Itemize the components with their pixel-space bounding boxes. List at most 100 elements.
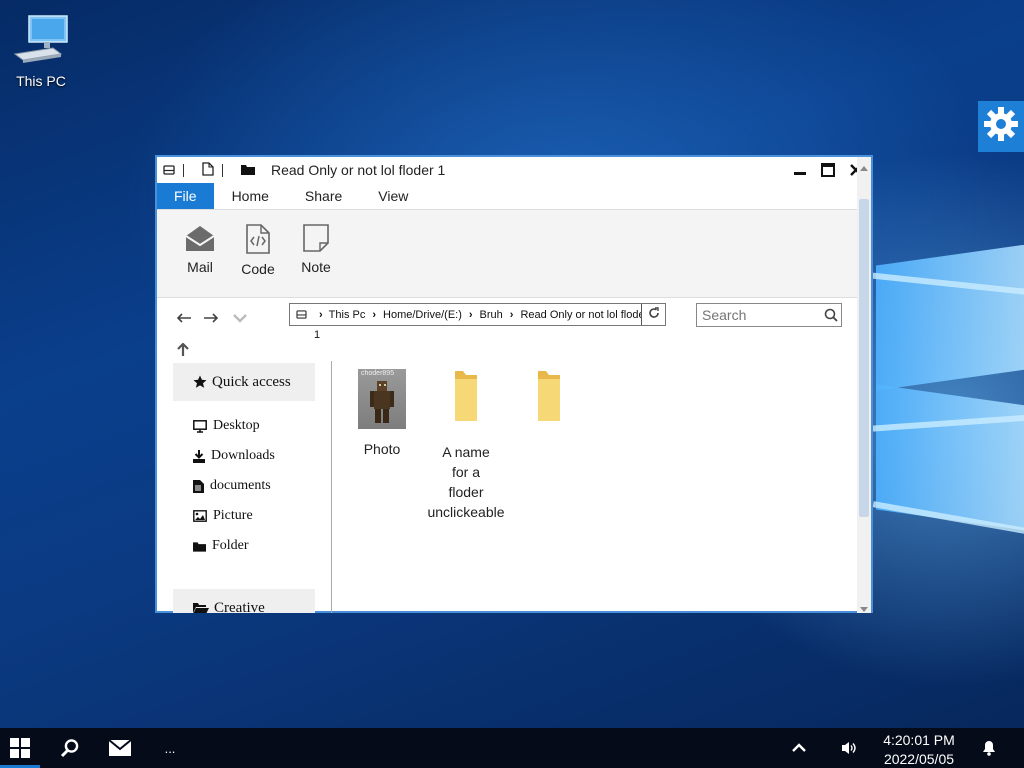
this-pc-label: This PC [16,73,66,89]
file-name-line: unclickeable [427,504,505,520]
chevron-right-icon: › [372,308,377,321]
file-list: choder895 Photo A name for a floder uncl… [333,361,857,613]
refresh-button[interactable] [641,304,665,325]
search-icon [60,738,80,758]
sidebar-item-documents[interactable]: documents [193,478,271,494]
search-input[interactable] [702,307,820,323]
quick-access-label: Quick access [212,373,291,390]
window-title: Read Only or not lol floder 1 [271,162,446,178]
mail-taskbar-button[interactable] [100,728,140,768]
up-button[interactable] [174,341,192,359]
ribbon: Mail Code Note [157,210,871,298]
crumb-this-pc[interactable]: This Pc [329,309,366,321]
bell-icon [982,740,996,756]
sidebar-item-label: documents [210,478,271,493]
back-button[interactable] [175,309,193,327]
gear-icon [983,106,1019,147]
notifications-button[interactable] [978,728,1000,768]
drive-icon [296,310,307,319]
code-label: Code [241,261,275,277]
sidebar-item-label: Picture [213,508,253,523]
picture-icon [193,510,207,522]
windows-icon [10,738,30,758]
crumb-current-folder[interactable]: Read Only or not lol floder [520,309,648,321]
creative-label: Creative [214,599,265,614]
clock[interactable]: 4:20:01 PM 2022/05/05 [866,731,972,768]
chevron-right-icon: › [319,308,323,321]
recent-dropdown-chevron-icon[interactable] [231,309,249,327]
sidebar-item-picture[interactable]: Picture [193,508,253,524]
windows-light-logo [872,245,1024,545]
photo-thumbnail: choder895 [358,369,406,429]
file-name-line: floder [448,484,484,500]
volume-button[interactable] [836,728,862,768]
file-item-unnamed-folder[interactable] [529,367,569,428]
folder-icon [453,367,479,428]
chevron-right-icon: › [509,308,514,321]
folder-icon [193,541,206,552]
new-file-icon[interactable] [202,161,214,179]
file-name-line: for a [451,464,480,480]
start-button[interactable] [0,728,40,768]
crumb-bruh[interactable]: Bruh [480,309,503,321]
more-label: ... [164,740,176,756]
document-icon [193,479,204,493]
desktop-icon-this-pc[interactable]: This PC [10,14,72,89]
scroll-up-arrow-icon[interactable] [859,159,869,177]
creative-header[interactable]: Creative [173,589,315,613]
search-taskbar-button[interactable] [50,728,90,768]
chevron-up-icon [792,743,806,753]
sidebar-item-folder[interactable]: Folder [193,538,249,554]
crumb-drive[interactable]: Home/Drive/(E:) [383,309,462,321]
settings-button[interactable] [978,101,1024,152]
open-folder-icon [193,602,209,613]
this-pc-icon [11,15,71,70]
show-hidden-icons-button[interactable] [786,728,812,768]
file-explorer-window: Read Only or not lol floder 1 File Home … [155,155,873,613]
note-button[interactable]: Note [295,224,337,297]
address-overflow-text: 1 [314,329,321,341]
quick-access-header[interactable]: Quick access [173,363,315,401]
refresh-icon [648,307,660,322]
clock-date: 2022/05/05 [883,751,955,767]
more-apps-button[interactable]: ... [155,728,185,768]
maximize-button[interactable] [819,161,837,179]
chevron-right-icon: › [468,308,473,321]
file-name: Photo [363,441,401,457]
search-icon[interactable] [824,308,838,322]
sidebar-item-desktop[interactable]: Desktop [193,418,260,434]
menu-file[interactable]: File [157,183,214,209]
menu-home[interactable]: Home [214,183,287,209]
address-bar[interactable]: › This Pc › Home/Drive/(E:) › Bruh › Rea… [289,303,666,326]
title-bar[interactable]: Read Only or not lol floder 1 [157,157,871,183]
menu-view[interactable]: View [360,183,426,209]
sidebar-item-downloads[interactable]: Downloads [193,448,275,464]
mail-icon [185,224,215,255]
navigation-pane: Quick access Desktop Downloads documents… [157,361,332,613]
clock-time: 4:20:01 PM [883,732,955,748]
file-name-line: A name [442,444,490,460]
download-icon [193,449,205,463]
file-item-photo[interactable]: choder895 Photo [347,367,417,459]
note-label: Note [301,259,331,275]
forward-button[interactable] [202,309,220,327]
search-box[interactable] [696,303,842,327]
taskbar: ... 4:20:01 PM 2022/05/05 [0,728,1024,768]
minimize-button[interactable] [791,161,809,179]
code-file-icon [245,224,271,257]
mail-label: Mail [187,259,213,275]
monitor-icon [193,419,207,433]
folder-icon [536,367,562,428]
code-button[interactable]: Code [237,224,279,297]
scroll-down-arrow-icon[interactable] [859,601,869,619]
speaker-icon [841,741,857,755]
mail-button[interactable]: Mail [179,224,221,297]
file-item-named-folder[interactable]: A name for a floder unclickeable [427,367,505,522]
mail-icon [109,740,131,756]
vertical-scrollbar[interactable] [857,157,871,613]
menu-share[interactable]: Share [287,183,360,209]
sidebar-item-label: Desktop [213,418,260,433]
drive-icon [163,162,175,178]
menu-bar: File Home Share View [157,183,871,210]
scrollbar-thumb[interactable] [859,199,869,517]
